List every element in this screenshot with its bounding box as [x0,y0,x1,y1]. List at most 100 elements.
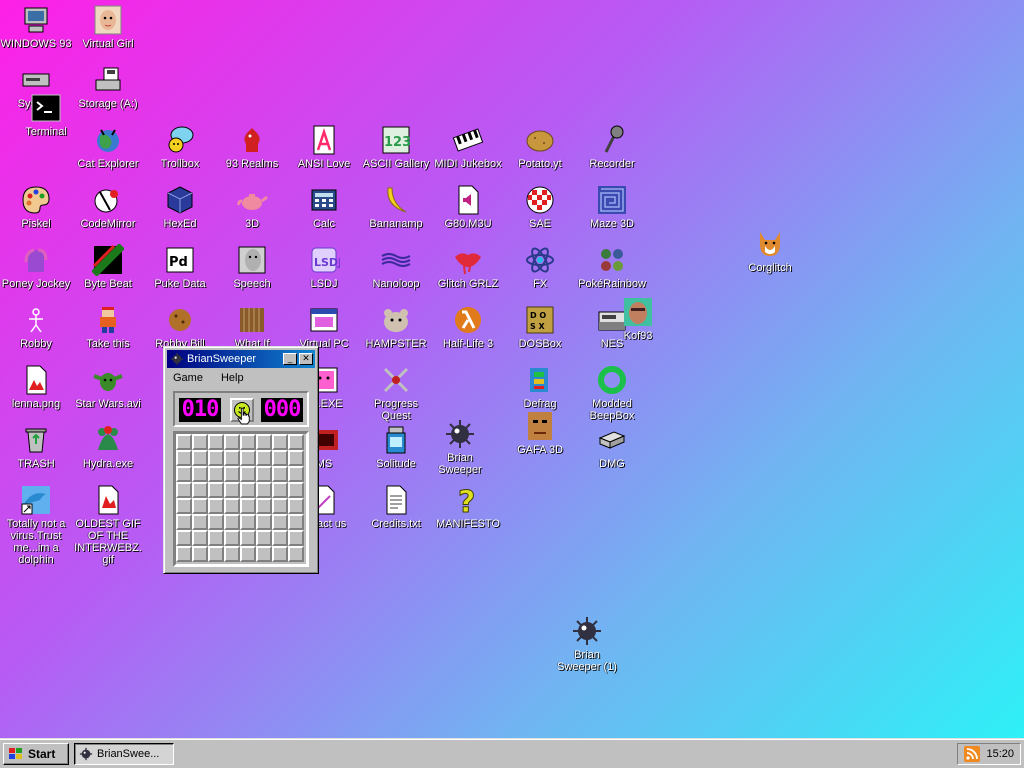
mine-cell[interactable] [288,546,304,562]
desktop-icon-take-this[interactable]: Take this [72,304,144,350]
mine-cell[interactable] [272,546,288,562]
desktop-icon-g80-m3u[interactable]: G80.M3U [432,184,504,230]
mine-cell[interactable] [224,498,240,514]
desktop-icon-midi-jukebox[interactable]: MIDI Jukebox [432,124,504,170]
mine-cell[interactable] [176,498,192,514]
desktop-icon-ansi-love[interactable]: ANSI Love [288,124,360,170]
mine-cell[interactable] [224,514,240,530]
mine-cell[interactable] [272,514,288,530]
desktop-icon-piskel[interactable]: Piskel [0,184,72,230]
mine-cell[interactable] [256,514,272,530]
desktop-icon-solitude[interactable]: Solitude [360,424,432,470]
mine-cell[interactable] [208,514,224,530]
desktop-icon-oldest-gif-of-the-interwebz-gif[interactable]: OLDEST GIF OF THE INTERWEBZ.gif [72,484,144,566]
desktop-icon-glitch-grlz[interactable]: Glitch GRLZ [432,244,504,290]
desktop-icon-speech[interactable]: Speech [216,244,288,290]
desktop-icon-manifesto[interactable]: ? MANIFESTO [432,484,504,531]
mine-cell[interactable] [192,546,208,562]
desktop-icon-byte-beat[interactable]: Byte Beat [72,244,144,290]
desktop-icon-93-realms[interactable]: 93 Realms [216,124,288,170]
desktop-icon-bananamp[interactable]: Bananamp [360,184,432,230]
desktop-icon-potato-yt[interactable]: Potato.yt [504,124,576,170]
mine-cell[interactable] [288,514,304,530]
desktop-icon-virtual-girl[interactable]: Virtual Girl [72,4,144,50]
mine-cell[interactable] [288,450,304,466]
mine-cell[interactable] [272,530,288,546]
desktop-icon-modded-beepbox[interactable]: Modded BeepBox [576,364,648,422]
taskbar-item-briansweeper[interactable]: BrianSwee... [74,743,174,765]
mine-cell[interactable] [240,514,256,530]
window-titlebar[interactable]: BrianSweeper _ ✕ [167,350,315,368]
mine-cell[interactable] [192,482,208,498]
desktop-icon-cat-explorer[interactable]: Cat Explorer [72,124,144,170]
desktop-icon-progress-quest[interactable]: Progress Quest [360,364,432,422]
desktop-icon-sae[interactable]: SAE [504,184,576,230]
mine-cell[interactable] [256,546,272,562]
desktop-icon-dmg[interactable]: DMG [576,424,648,470]
mine-cell[interactable] [192,514,208,530]
mine-cell[interactable] [208,530,224,546]
mine-cell[interactable] [240,482,256,498]
mine-cell[interactable] [224,482,240,498]
mine-cell[interactable] [176,546,192,562]
menu-game[interactable]: Game [170,371,206,385]
desktop-icon-star-wars-avi[interactable]: Star Wars.avi [72,364,144,410]
desktop-icon-poney-jockey[interactable]: Poney Jockey [0,244,72,290]
mine-cell[interactable] [176,530,192,546]
desktop-icon-recorder[interactable]: Recorder [576,124,648,170]
mine-cell[interactable] [176,514,192,530]
mine-cell[interactable] [208,466,224,482]
mine-cell[interactable] [240,498,256,514]
mine-cell[interactable] [256,450,272,466]
mine-cell[interactable] [208,546,224,562]
mine-cell[interactable] [224,434,240,450]
mine-field-grid[interactable] [173,431,309,567]
mine-cell[interactable] [176,434,192,450]
desktop-icon-trash[interactable]: TRASH [0,424,72,470]
mine-cell[interactable] [288,498,304,514]
mine-cell[interactable] [256,482,272,498]
mine-cell[interactable] [240,450,256,466]
mine-cell[interactable] [224,450,240,466]
close-button[interactable]: ✕ [299,353,313,365]
desktop-icon-hampster[interactable]: HAMPSTER [360,304,432,350]
desktop-icon-what-if[interactable]: What If [216,304,288,350]
start-button[interactable]: Start [3,743,69,765]
rss-feed-icon[interactable] [964,746,981,762]
mine-cell[interactable] [208,498,224,514]
mine-cell[interactable] [256,498,272,514]
desktop-icon-trollbox[interactable]: Trollbox [144,124,216,170]
desktop-icon-storage-a[interactable]: Storage (A:) [72,64,144,110]
desktop-icon-totally-not-a-virus-trust-me-im-a-dolphin[interactable]: Totally not a virus.Trust me...im a dolp… [0,484,72,566]
desktop-icon-lsdj[interactable]: LSDJ LSDJ [288,244,360,290]
mine-cell[interactable] [176,466,192,482]
briansweeper-window[interactable]: BrianSweeper _ ✕ Game Help 010 000 [163,346,319,574]
mine-cell[interactable] [176,450,192,466]
minimize-button[interactable]: _ [283,353,297,365]
desktop-icon-virtual-pc[interactable]: Virtual PC [288,304,360,350]
mine-cell[interactable] [192,498,208,514]
menu-help[interactable]: Help [218,371,247,385]
mine-cell[interactable] [256,466,272,482]
desktop-icon-pok-rainbow[interactable]: PokéRainbow [576,244,648,290]
desktop-icon-credits-txt[interactable]: Credits.txt [360,484,432,530]
desktop-icon-dosbox[interactable]: D O S X DOSBox [504,304,576,350]
mine-cell[interactable] [288,466,304,482]
desktop-icon-hydra-exe[interactable]: Hydra.exe [72,424,144,470]
mine-cell[interactable] [240,466,256,482]
mine-cell[interactable] [208,482,224,498]
mine-cell[interactable] [272,450,288,466]
desktop-icon-nanoloop[interactable]: Nanoloop [360,244,432,290]
desktop-icon-calc[interactable]: Calc [288,184,360,230]
desktop-icon-3d[interactable]: 3D [216,184,288,230]
desktop-icon-robby-bill[interactable]: Robby Bill [144,304,216,350]
mine-cell[interactable] [192,434,208,450]
mine-cell[interactable] [224,546,240,562]
mine-cell[interactable] [208,450,224,466]
mine-cell[interactable] [288,482,304,498]
mine-cell[interactable] [192,530,208,546]
desktop-icon-brian-sweeper-1[interactable]: Brian Sweeper (1) [551,615,623,673]
mine-cell[interactable] [272,498,288,514]
desktop-icon-half-life-3[interactable]: Half-Life 3 [432,304,504,350]
mine-cell[interactable] [288,530,304,546]
